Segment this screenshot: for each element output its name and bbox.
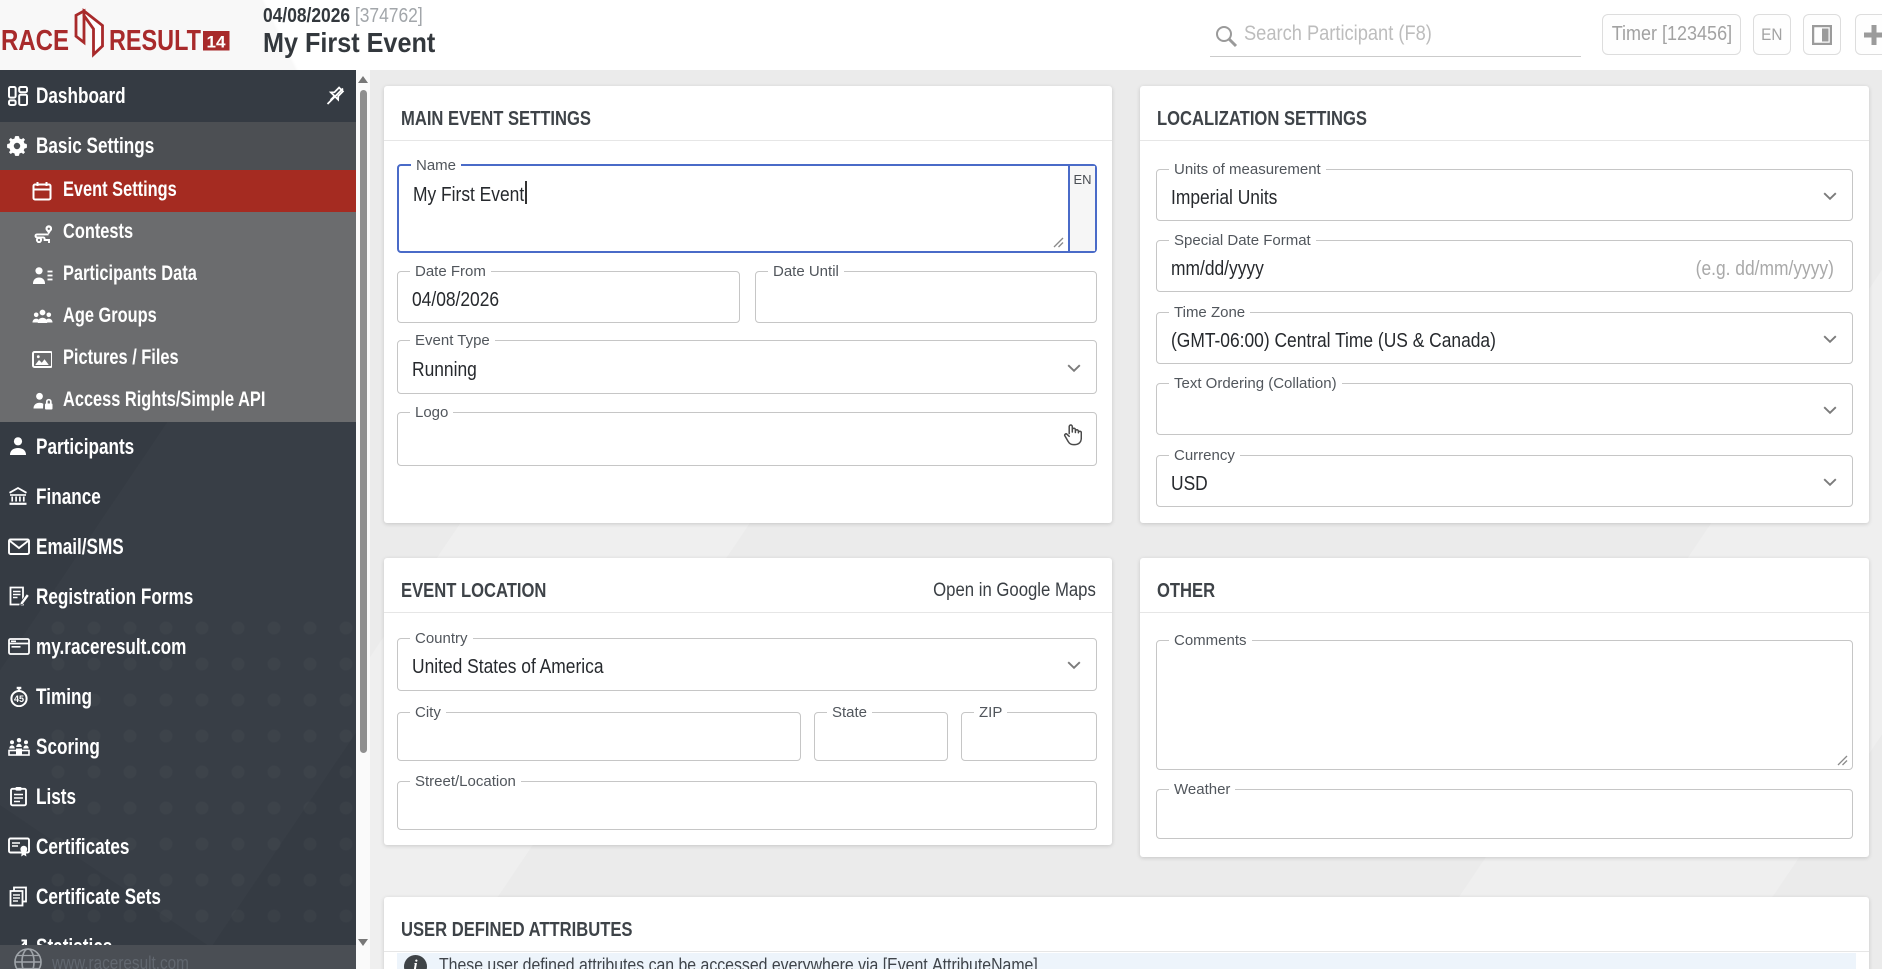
svg-text:14: 14 <box>207 33 227 52</box>
svg-text:RESULT: RESULT <box>109 25 201 57</box>
svg-text:45: 45 <box>14 694 24 704</box>
svg-text:RACE: RACE <box>1 25 69 57</box>
